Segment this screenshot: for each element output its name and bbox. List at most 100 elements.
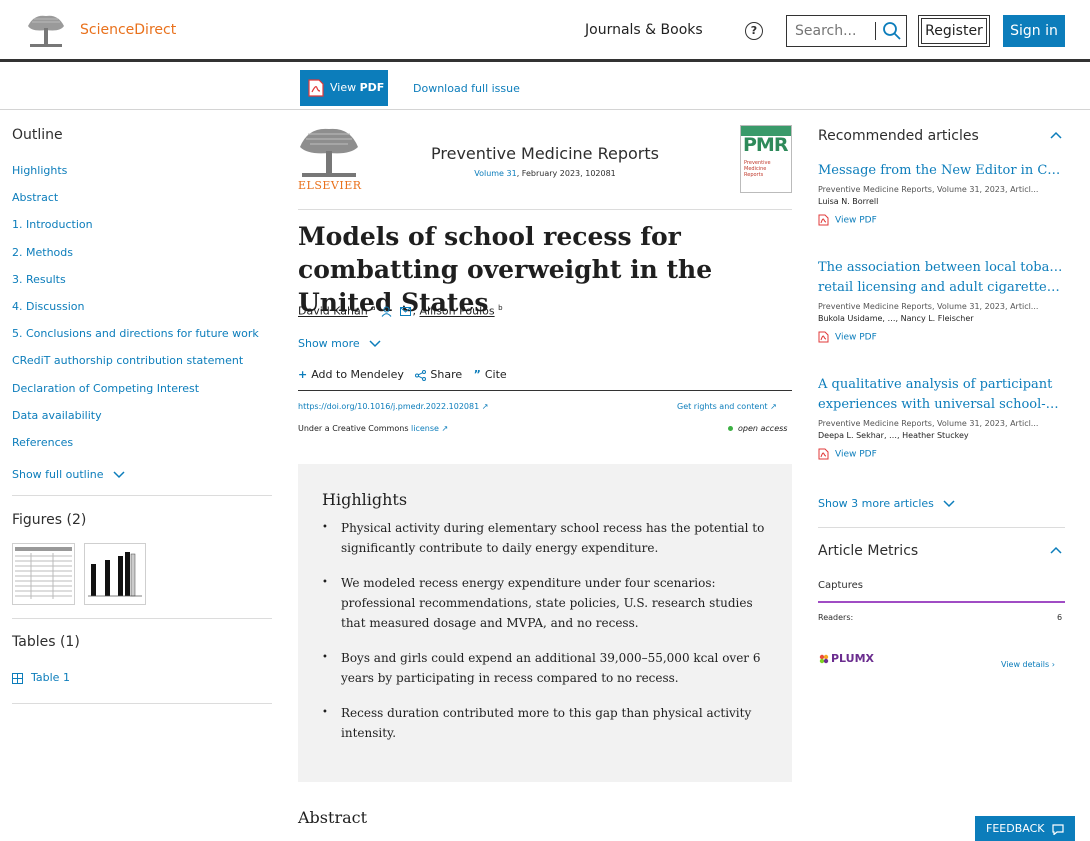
outline-item-data-availability[interactable]: Data availability (12, 409, 259, 436)
table-1-link[interactable]: Table 1 (12, 671, 70, 684)
view-pdf-label: View PDF (835, 332, 877, 343)
outline-item-references[interactable]: References (12, 436, 259, 463)
share-button[interactable]: Share (415, 368, 462, 381)
table-icon (12, 672, 23, 684)
cover-journal-text: Preventive Medicine Reports (744, 160, 771, 178)
recommended-article-title[interactable]: The association between local tobacco (818, 258, 1065, 278)
figures-heading: Figures (2) (12, 512, 87, 528)
table-1-label: Table 1 (31, 671, 70, 684)
highlight-item: Physical activity during elementary scho… (322, 518, 772, 558)
show-full-outline-label: Show full outline (12, 468, 104, 481)
email-icon[interactable] (399, 307, 411, 317)
license-statement: Under a Creative Commons license ↗ (298, 424, 448, 433)
cite-button[interactable]: ” Cite (474, 368, 507, 381)
divider (12, 495, 272, 496)
affiliation-marker: b (498, 304, 503, 312)
outline-item-results[interactable]: 3. Results (12, 273, 259, 300)
journal-cover-image[interactable]: PMR Preventive Medicine Reports (740, 125, 792, 193)
brand-name[interactable]: ScienceDirect (80, 22, 176, 38)
recommended-article-title[interactable]: A qualitative analysis of participant (818, 375, 1065, 395)
view-pdf-label: View PDF (835, 449, 877, 460)
recommended-article: Message from the New Editor in Chief Pre… (818, 161, 1065, 226)
doi-link[interactable]: https://doi.org/10.1016/j.pmedr.2022.102… (298, 402, 488, 411)
pdf-icon (818, 331, 829, 343)
chevron-down-icon (943, 500, 955, 508)
download-full-issue-link[interactable]: Download full issue (413, 82, 520, 95)
show-more-label: Show more (298, 337, 360, 350)
highlight-item: Recess duration contributed more to this… (322, 703, 772, 743)
publisher-wordmark: ELSEVIER (298, 179, 362, 192)
outline-item-highlights[interactable]: Highlights (12, 164, 259, 191)
divider (12, 618, 272, 619)
outline-list: Highlights Abstract 1. Introduction 2. M… (12, 164, 259, 463)
register-button[interactable]: Register (918, 15, 990, 47)
external-link-icon: ↗ (770, 402, 777, 411)
recommended-article: A qualitative analysis of participant ex… (818, 375, 1065, 460)
outline-item-competing-interest[interactable]: Declaration of Competing Interest (12, 382, 259, 409)
recommended-article-title[interactable]: Message from the New Editor in Chief (818, 161, 1065, 181)
volume-link[interactable]: Volume 31 (474, 169, 516, 178)
nav-journals-books[interactable]: Journals & Books (585, 22, 703, 38)
rights-content-link[interactable]: Get rights and content ↗ (677, 402, 777, 411)
recommended-view-pdf-link[interactable]: View PDF (818, 448, 1065, 460)
recommended-article-authors: Luisa N. Borrell (818, 197, 879, 206)
search-icon[interactable] (882, 21, 902, 41)
chevron-down-icon (113, 471, 125, 479)
person-icon[interactable] (381, 306, 392, 317)
recommended-view-pdf-link[interactable]: View PDF (818, 331, 1065, 343)
outline-item-conclusions[interactable]: 5. Conclusions and directions for future… (12, 327, 259, 354)
share-icon (415, 369, 427, 381)
outline-item-methods[interactable]: 2. Methods (12, 246, 259, 273)
search-input[interactable] (787, 16, 875, 46)
recommended-article-meta: Preventive Medicine Reports, Volume 31, … (818, 185, 1039, 194)
view-pdf-button[interactable]: View PDF (300, 70, 388, 106)
outline-item-credit[interactable]: CRediT authorship contribution statement (12, 354, 259, 381)
figure-thumbnail-1[interactable] (12, 543, 75, 605)
author-link[interactable]: David Kahan (298, 305, 368, 318)
elsevier-tree-logo[interactable] (24, 12, 68, 50)
figure-thumbnail-2[interactable] (84, 543, 146, 605)
issue-date-text: , February 2023, 102081 (516, 169, 616, 178)
article-metrics-heading: Article Metrics (818, 543, 919, 559)
collapse-metrics-chevron-up-icon[interactable] (1050, 546, 1062, 554)
add-to-mendeley-button[interactable]: + Add to Mendeley (298, 368, 404, 381)
show-more-articles-button[interactable]: Show 3 more articles (818, 497, 955, 510)
recommended-view-pdf-link[interactable]: View PDF (818, 214, 1065, 226)
show-full-outline-button[interactable]: Show full outline (12, 468, 125, 481)
feedback-button[interactable]: FEEDBACK (975, 816, 1075, 841)
highlights-list: Physical activity during elementary scho… (322, 518, 772, 758)
help-icon[interactable]: ? (745, 22, 763, 40)
plumx-flower-icon (819, 654, 829, 664)
recommended-article-title-cont[interactable]: retail licensing and adult cigarette… (818, 278, 1065, 298)
recommended-article-authors: Bukola Usidame, …, Nancy L. Fleischer (818, 314, 974, 323)
cover-abbreviation: PMR (743, 134, 788, 156)
outline-item-introduction[interactable]: 1. Introduction (12, 218, 259, 245)
search-divider (875, 22, 876, 40)
top-header: ScienceDirect Journals & Books ? Registe… (0, 0, 1090, 62)
external-link-icon: ↗ (481, 402, 489, 411)
article-actions: + Add to Mendeley Share ” Cite (298, 368, 515, 381)
show-more-button[interactable]: Show more (298, 337, 381, 350)
article-toolbar: View PDF Download full issue (0, 65, 1090, 110)
recommended-article-title-cont[interactable]: experiences with universal school-based… (818, 395, 1065, 415)
license-link[interactable]: license ↗ (411, 424, 448, 433)
search-box (786, 15, 907, 47)
readers-label: Readers: (818, 613, 854, 622)
plumx-logo[interactable]: PLUMX (818, 652, 874, 665)
pdf-icon (818, 214, 829, 226)
journal-title[interactable]: Preventive Medicine Reports (298, 144, 792, 163)
outline-heading: Outline (12, 127, 63, 143)
sign-in-button[interactable]: Sign in (1003, 15, 1065, 47)
view-details-link[interactable]: View details › (1001, 660, 1055, 669)
outline-item-abstract[interactable]: Abstract (12, 191, 259, 218)
bar-chart-thumb-icon (88, 552, 142, 597)
recommended-article-authors: Deepa L. Sekhar, …, Heather Stuckey (818, 431, 969, 440)
collapse-recommended-chevron-up-icon[interactable] (1050, 131, 1062, 139)
cite-label: Cite (484, 368, 507, 381)
show-more-articles-label: Show 3 more articles (818, 497, 934, 510)
author-separator: , (412, 304, 417, 318)
author-link[interactable]: Allison Poulos (420, 305, 495, 318)
pdf-icon (308, 79, 324, 97)
share-label: Share (430, 368, 463, 381)
outline-item-discussion[interactable]: 4. Discussion (12, 300, 259, 327)
